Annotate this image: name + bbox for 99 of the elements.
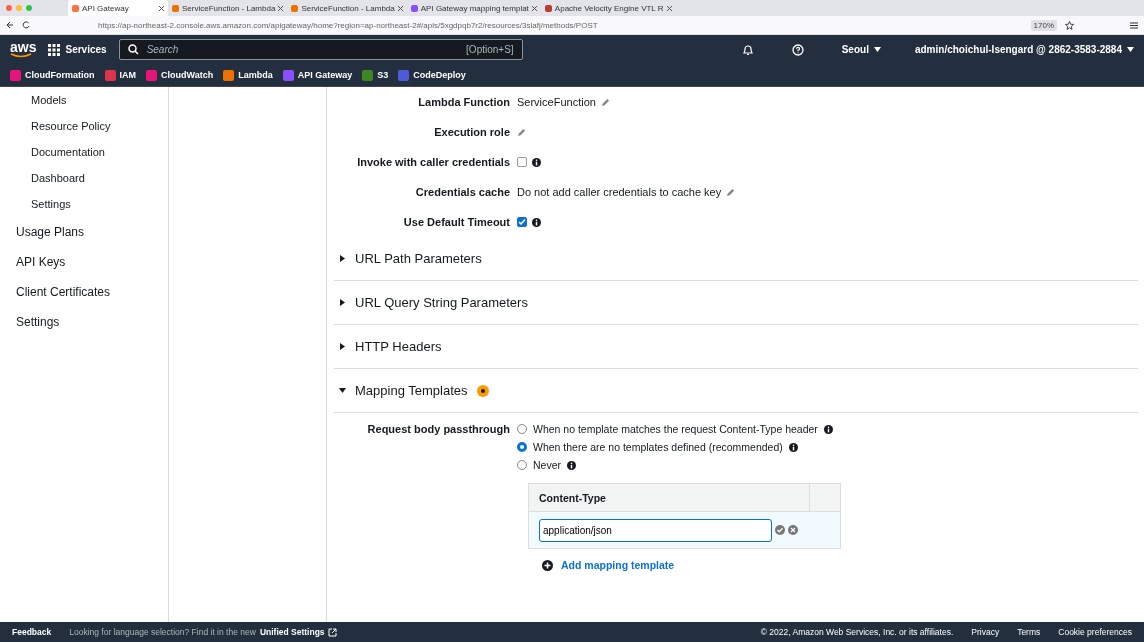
section-title[interactable]: URL Query String Parameters (355, 295, 528, 310)
browser-tab[interactable]: ServiceFunction - Lambda (287, 0, 407, 16)
close-icon[interactable] (531, 5, 537, 11)
footer-link[interactable]: Cookie preferences (1058, 627, 1132, 637)
option-label: When no template matches the request Content-Type header (533, 423, 818, 435)
caret-down-icon[interactable] (339, 387, 346, 394)
back-icon[interactable] (6, 21, 14, 29)
add-icon[interactable] (542, 559, 553, 571)
close-icon[interactable] (278, 5, 284, 11)
info-icon[interactable] (532, 217, 541, 227)
search-field[interactable]: Search [Option+S] (118, 39, 523, 60)
field-label: Execution role (433, 126, 510, 138)
aws-logo[interactable]: aws (10, 41, 37, 58)
caret-down-icon (1127, 47, 1134, 52)
favorite-link[interactable]: CloudWatch (146, 69, 214, 81)
favorite-link[interactable]: Lambda (223, 69, 273, 81)
search-icon (127, 44, 139, 55)
sidebar-item[interactable]: Documentation (0, 139, 168, 165)
confirm-icon[interactable] (775, 525, 785, 535)
sidebar-item[interactable]: Resource Policy (0, 113, 168, 139)
shortcut-hint: [Option+S] (466, 44, 514, 55)
section-title[interactable]: URL Path Parameters (355, 251, 482, 266)
pencil-icon[interactable] (517, 127, 526, 137)
field-label: Use Default Timeout (402, 216, 510, 228)
option-label: When there are no templates defined (recommended) (533, 441, 783, 453)
sidebar-item[interactable]: Dashboard (0, 165, 168, 191)
star-icon[interactable] (1065, 20, 1074, 30)
account-menu[interactable]: admin/choichul-Isengard @ 2862-3583-2884 (914, 44, 1134, 55)
services-button[interactable]: Services (48, 43, 107, 56)
info-icon[interactable] (567, 460, 576, 470)
copyright: © 2022, Amazon Web Services, Inc. or its affiliates. (760, 627, 954, 637)
menu-icon[interactable] (1130, 21, 1138, 29)
cancel-icon[interactable] (788, 525, 798, 535)
field-label: Lambda Function (417, 96, 510, 108)
sidebar-item[interactable]: API Keys (0, 247, 168, 277)
column-header: Content-Type (529, 484, 810, 511)
favicon-icon (544, 4, 552, 12)
favorite-link[interactable]: API Gateway (282, 69, 353, 81)
reload-icon[interactable] (22, 21, 30, 29)
checkbox[interactable] (517, 217, 527, 227)
maximize-window-dot[interactable] (26, 5, 32, 11)
field-label: Invoke with caller credentials (356, 156, 510, 168)
language-note: Looking for language selection? Find it in the new (69, 627, 256, 637)
caret-right-icon[interactable] (339, 299, 346, 306)
sidebar-item[interactable]: Settings (0, 307, 168, 337)
help-icon[interactable] (791, 43, 804, 56)
browser-tab[interactable]: API Gateway mapping templat (406, 0, 541, 16)
favorite-link[interactable]: CloudFormation (10, 69, 95, 81)
favorite-link[interactable]: CodeDeploy (398, 69, 466, 81)
region-menu[interactable]: Seoul (841, 44, 881, 55)
sidebar-item[interactable]: Client Certificates (0, 277, 168, 307)
content-type-input[interactable]: application/json (539, 518, 772, 542)
feedback-link[interactable]: Feedback (12, 627, 52, 637)
radio-button[interactable] (517, 460, 527, 470)
caret-down-icon (873, 47, 881, 52)
footer-link[interactable]: Terms (1017, 627, 1041, 637)
field-label: Credentials cache (414, 186, 510, 198)
grid-icon (48, 43, 61, 56)
caret-right-icon[interactable] (339, 343, 346, 350)
add-mapping-template-link[interactable]: Add mapping template (561, 559, 675, 571)
footer-link[interactable]: Privacy (971, 627, 1000, 637)
favorite-link[interactable]: IAM (104, 69, 136, 81)
section-title[interactable]: Mapping Templates (355, 383, 468, 398)
browser-tab[interactable]: Apache Velocity Engine VTL R (540, 0, 676, 16)
radio-button[interactable] (517, 424, 527, 434)
favicon-icon (291, 4, 299, 12)
favorite-link[interactable]: S3 (362, 69, 389, 81)
info-icon[interactable] (823, 424, 833, 434)
bell-icon[interactable] (741, 43, 754, 56)
favicon-icon (72, 4, 79, 12)
close-icon[interactable] (159, 5, 164, 11)
close-icon[interactable] (397, 5, 403, 11)
url-field[interactable]: https://ap-northeast-2.console.aws.amazon.com/apigateway/home?region=ap-northeast-2#/apis/5xgdpqb7r2/resources/3slafj/methods/POST (38, 20, 1023, 30)
option-label: Never (533, 459, 561, 471)
caret-right-icon[interactable] (339, 255, 346, 262)
radio-button[interactable] (517, 442, 527, 452)
favicon-icon (172, 4, 179, 12)
field-label: Request body passthrough (366, 423, 510, 435)
sidebar-item[interactable]: Models (0, 87, 168, 113)
info-icon[interactable] (532, 157, 541, 167)
close-icon[interactable] (666, 5, 672, 11)
unified-settings-link[interactable]: Unified Settings (259, 627, 337, 637)
browser-tab[interactable]: API Gateway (68, 0, 168, 16)
pencil-icon[interactable] (726, 187, 736, 197)
search-input[interactable]: Search (144, 43, 461, 56)
info-icon[interactable] (788, 442, 798, 452)
minimize-window-dot[interactable] (16, 5, 22, 11)
field-value: Do not add caller credentials to cache key (517, 186, 722, 198)
checkbox[interactable] (517, 157, 527, 167)
pencil-icon[interactable] (600, 97, 610, 107)
field-value: ServiceFunction (517, 96, 596, 108)
close-window-dot[interactable] (6, 5, 12, 11)
favicon-icon (410, 4, 418, 12)
external-link-icon (327, 627, 337, 637)
sidebar-item[interactable]: Settings (0, 191, 168, 217)
zoom-level[interactable]: 170% (1030, 19, 1057, 31)
sidebar-item[interactable]: Usage Plans (0, 217, 168, 247)
browser-tab[interactable]: ServiceFunction - Lambda (168, 0, 288, 16)
section-title[interactable]: HTTP Headers (355, 339, 442, 354)
